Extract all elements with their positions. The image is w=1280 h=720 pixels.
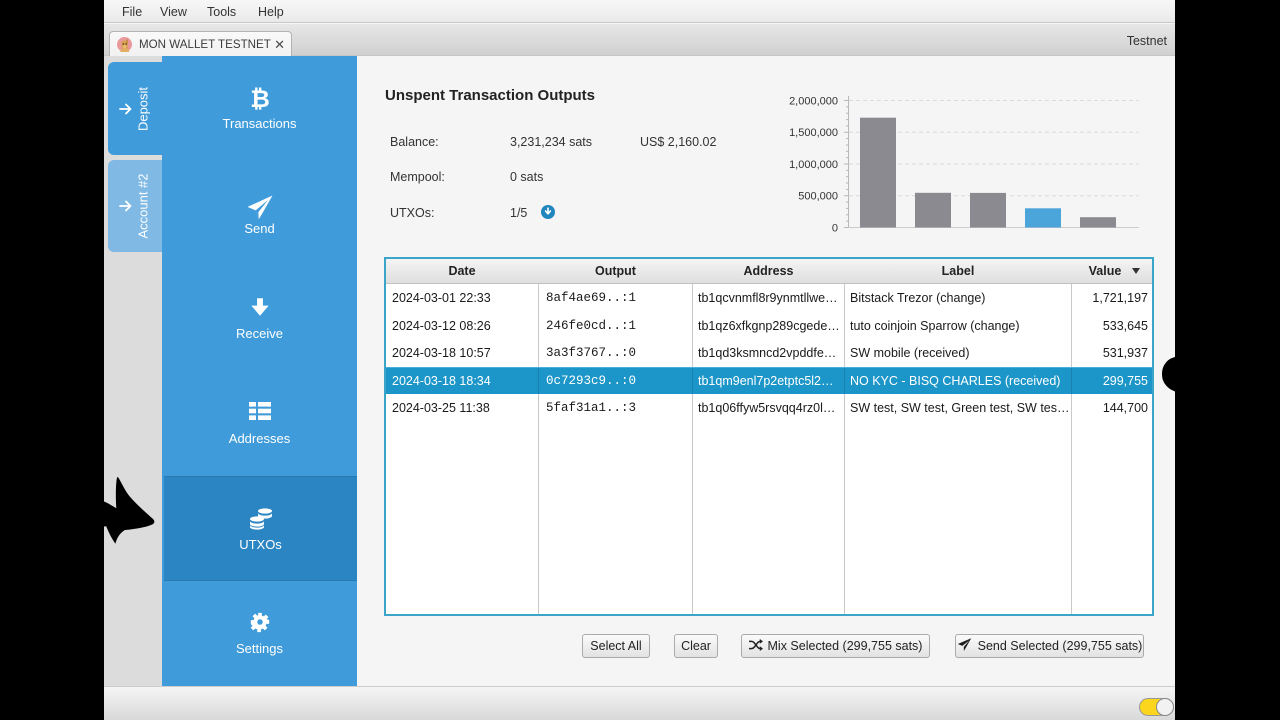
svg-text:₿: ₿	[250, 86, 270, 112]
svg-text:1,500,000: 1,500,000	[789, 127, 838, 139]
svg-text:2,000,000: 2,000,000	[789, 96, 838, 108]
svg-text:500,000: 500,000	[798, 191, 838, 203]
svg-text:1,000,000: 1,000,000	[789, 159, 838, 171]
svg-text:0: 0	[832, 223, 838, 235]
